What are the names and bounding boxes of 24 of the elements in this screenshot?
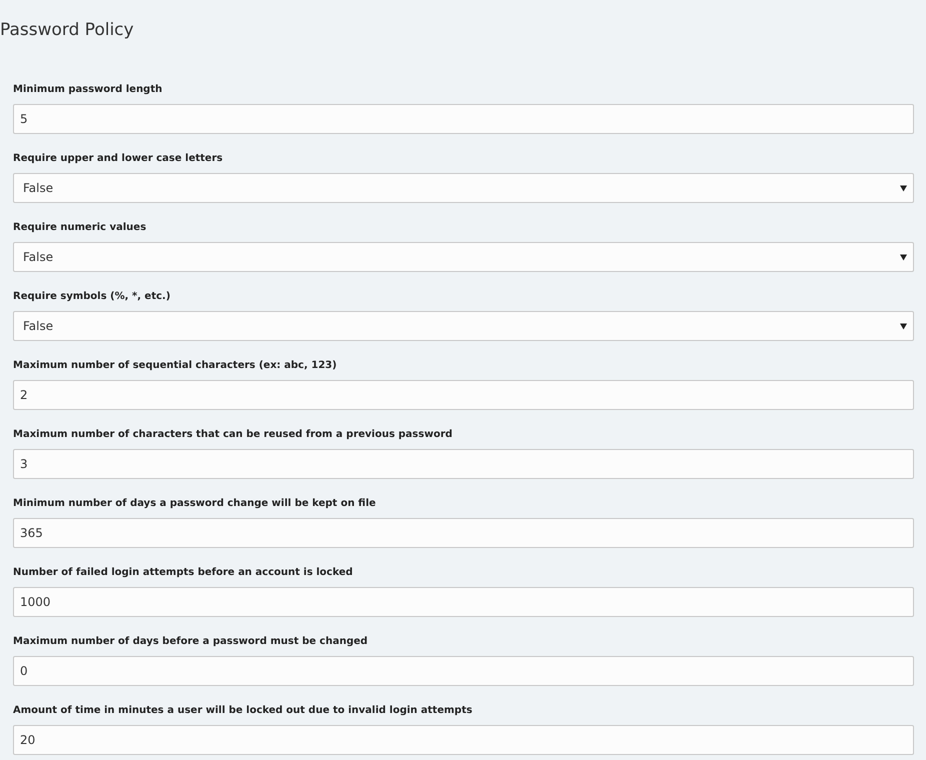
dropdown[interactable]: False [13,242,914,272]
field-label: Maximum number of characters that can be reused from a previous password [13,428,452,442]
field-label: Maximum number of days before a password must be changed [13,635,368,649]
input-field[interactable]: 1000 [13,587,914,617]
field-label: Require numeric values [13,221,146,235]
field-label: Minimum number of days a password change will be kept on file [13,497,376,511]
dropdown[interactable]: False [13,173,914,203]
page-title: Password Policy [0,19,134,41]
input-field[interactable]: 20 [13,725,914,755]
field-label: Maximum number of sequential characters (ex: abc, 123) [13,359,337,373]
input-field[interactable]: 365 [13,518,914,548]
input-field[interactable]: 5 [13,104,914,134]
field-label: Number of failed login attempts before an account is locked [13,566,353,580]
dropdown-arrow-icon [900,322,907,330]
field-label: Minimum password length [13,83,162,97]
input-field[interactable]: 0 [13,656,914,686]
dropdown[interactable]: False [13,311,914,341]
field-label: Amount of time in minutes a user will be locked out due to invalid login attempts [13,704,472,718]
field-label: Require upper and lower case letters [13,152,223,166]
input-field[interactable]: 3 [13,449,914,479]
dropdown-arrow-icon [900,254,907,260]
dropdown-arrow-icon [900,184,907,192]
field-label: Require symbols (%, *, etc.) [13,290,170,304]
input-field[interactable]: 2 [13,380,914,410]
